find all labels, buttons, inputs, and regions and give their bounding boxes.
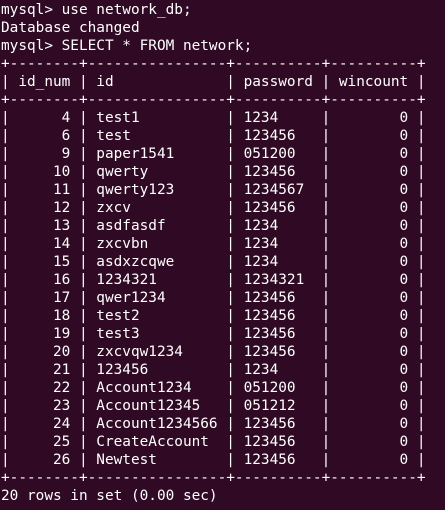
table-row: | 25 | CreateAccount | 123456 | 0 |	[1, 434, 426, 450]
table-row: | 10 | qwerty | 123456 | 0 |	[1, 164, 426, 180]
table-row: | 23 | Account12345 | 051212 | 0 |	[1, 398, 426, 414]
result-summary: 20 rows in set (0.00 sec)	[1, 488, 218, 504]
table-border: +--------+----------------+----------+--…	[1, 92, 426, 108]
table-row: | 11 | qwerty123 | 1234567 | 0 |	[1, 182, 426, 198]
prompt-line: mysql> use network_db;	[1, 2, 192, 18]
table-row: | 20 | zxcvqw1234 | 123456 | 0 |	[1, 344, 426, 360]
table-row: | 6 | test | 123456 | 0 |	[1, 128, 426, 144]
prompt-line: mysql> SELECT * FROM network;	[1, 38, 253, 54]
table-row: | 12 | zxcv | 123456 | 0 |	[1, 200, 426, 216]
terminal-output: mysql> use network_db; Database changed …	[1, 1, 445, 505]
table-row: | 21 | 123456 | 1234 | 0 |	[1, 362, 426, 378]
table-row: | 14 | zxcvbn | 1234 | 0 |	[1, 236, 426, 252]
status-message: Database changed	[1, 20, 140, 36]
table-border: +--------+----------------+----------+--…	[1, 56, 426, 72]
table-row: | 13 | asdfasdf | 1234 | 0 |	[1, 218, 426, 234]
table-row: | 4 | test1 | 1234 | 0 |	[1, 110, 426, 126]
terminal-window[interactable]: mysql> use network_db; Database changed …	[0, 0, 445, 510]
table-border: +--------+----------------+----------+--…	[1, 470, 426, 486]
table-row: | 9 | paper1541 | 051200 | 0 |	[1, 146, 426, 162]
table-row: | 16 | 1234321 | 1234321 | 0 |	[1, 272, 426, 288]
table-row: | 19 | test3 | 123456 | 0 |	[1, 326, 426, 342]
table-row: | 18 | test2 | 123456 | 0 |	[1, 308, 426, 324]
table-row: | 26 | Newtest | 123456 | 0 |	[1, 452, 426, 468]
table-row: | 24 | Account1234566 | 123456 | 0 |	[1, 416, 426, 432]
table-row: | 17 | qwer1234 | 123456 | 0 |	[1, 290, 426, 306]
table-row: | 15 | asdxzcqwe | 1234 | 0 |	[1, 254, 426, 270]
table-row: | 22 | Account1234 | 051200 | 0 |	[1, 380, 426, 396]
table-header-row: | id_num | id | password | wincount |	[1, 74, 426, 90]
